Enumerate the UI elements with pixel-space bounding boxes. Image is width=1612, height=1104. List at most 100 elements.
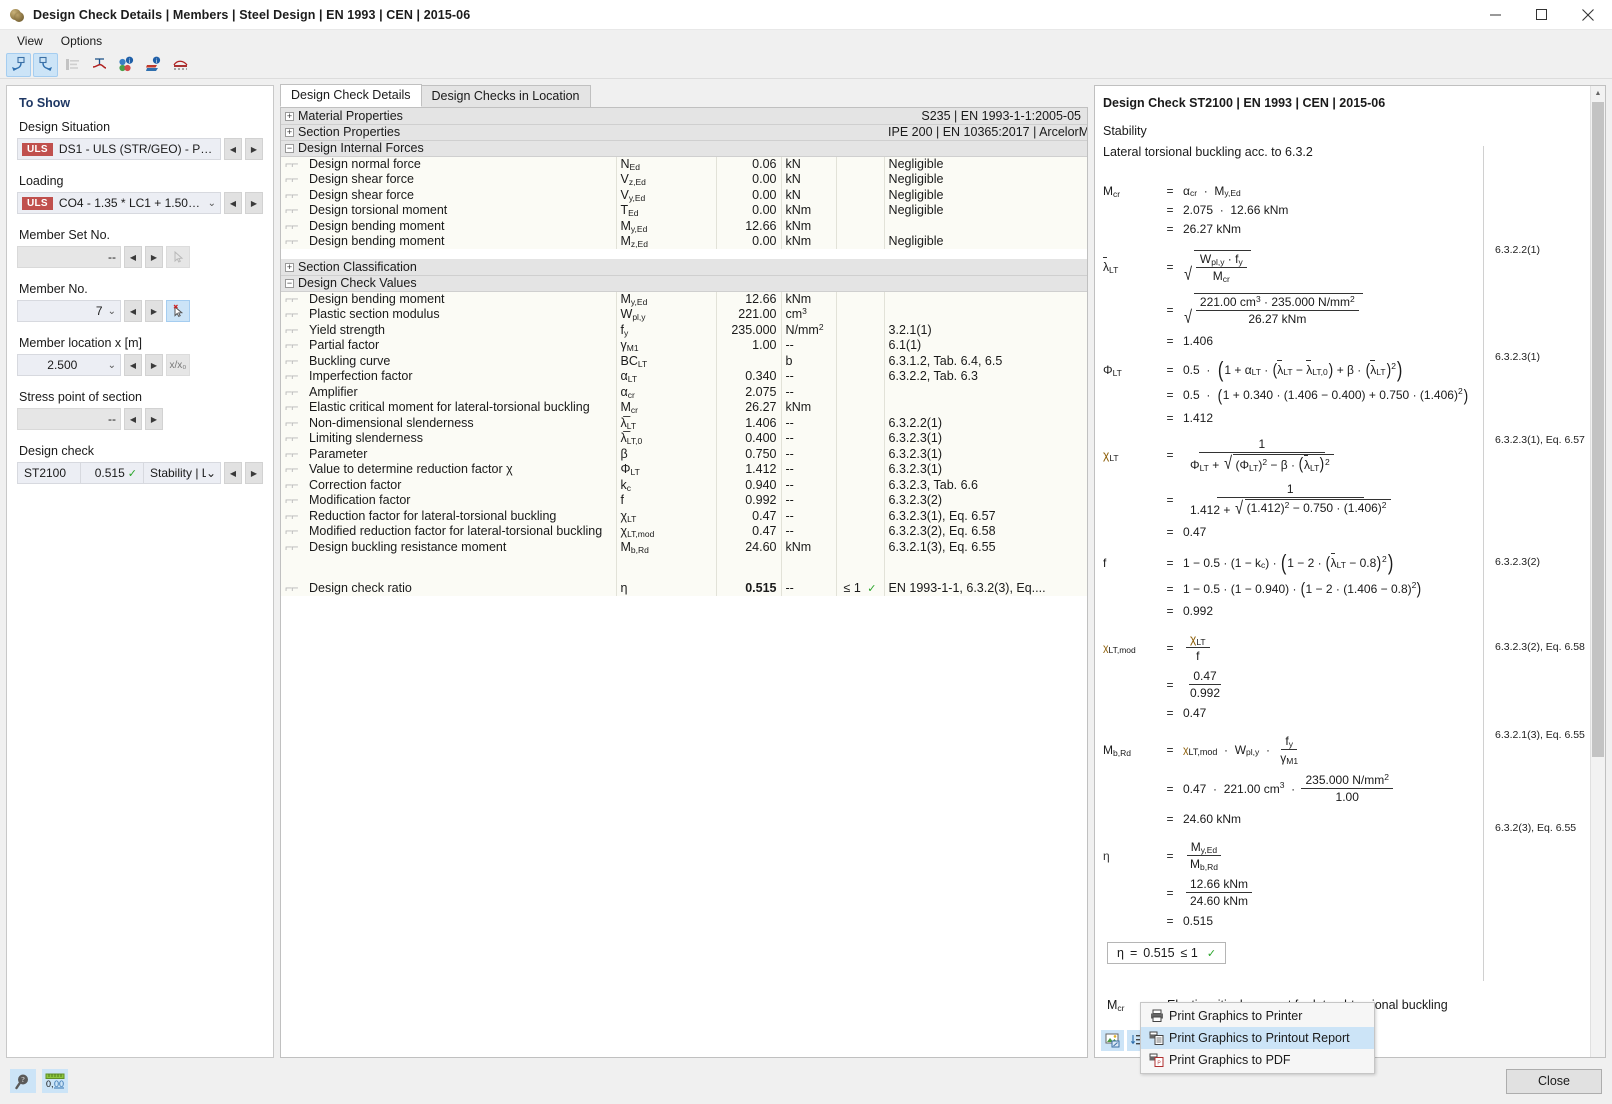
design-situation-next-button[interactable]: ▶ (245, 138, 263, 160)
row-note: 6.1(1) (883, 337, 1087, 353)
row-note: Negligible (883, 233, 1087, 249)
table-row[interactable]: ⌐⌐ Design bending moment My,Ed 12.66 kNm (281, 218, 1087, 234)
eta-box-equals: = (1129, 946, 1138, 961)
expander-icon[interactable]: + (285, 262, 294, 272)
row-label: ⌐⌐ Yield strength (281, 322, 616, 338)
list-icon[interactable] (60, 53, 85, 77)
group-section-classification[interactable]: + Section Classification (281, 259, 1087, 276)
chevron-down-icon-check[interactable]: ⌄ (206, 466, 220, 480)
menu-item-print-to-printout-report[interactable]: Print Graphics to Printout Report (1141, 1027, 1374, 1049)
member-set-pick-cursor-icon[interactable] (166, 246, 190, 268)
member-no-next-button[interactable]: ▶ (145, 300, 163, 322)
table-row[interactable]: ⌐⌐ Design shear force Vz,Ed 0.00 kN Negligibl… (281, 171, 1087, 187)
table-row[interactable]: ⌐⌐ Design buckling resistance moment Mb,Rd… (281, 539, 1087, 555)
close-button[interactable] (1564, 0, 1612, 30)
table-row[interactable]: ⌐⌐ Imperfection factor αLT 0.340 -- 6.3.2.2, … (281, 368, 1087, 384)
table-row[interactable]: ⌐⌐ Design normal force NEd 0.06 kN Negligible (281, 156, 1087, 172)
row-limit (835, 218, 885, 234)
uls-badge-loading: ULS (22, 196, 53, 210)
design-check-combo[interactable]: ST2100 0.515✓ Stability | Later... ⌄ (17, 462, 221, 484)
table-row[interactable]: ⌐⌐ Partial factor γM1 1.00 -- 6.1(1) (281, 337, 1087, 353)
expander-icon[interactable]: − (285, 279, 294, 289)
grid-spacer (281, 567, 1087, 581)
member-set-no-prev-button[interactable]: ◀ (124, 246, 142, 268)
insert-graphic-icon[interactable] (1101, 1030, 1124, 1051)
table-row[interactable]: ⌐⌐ Plastic section modulus Wpl,y 221.00 cm3 (281, 306, 1087, 322)
member-pick-cursor-icon[interactable] (166, 300, 190, 322)
table-row[interactable]: ⌐⌐ Design torsional moment TEd 0.00 kNm Negli… (281, 202, 1087, 218)
expander-icon[interactable]: − (285, 144, 294, 154)
design-check-next-button[interactable]: ▶ (245, 462, 263, 484)
expander-icon[interactable]: + (285, 128, 294, 138)
table-row[interactable]: ⌐⌐ Non-dimensional slenderness λ̅LT 1.406 --… (281, 415, 1087, 431)
row-unit: -- (780, 415, 836, 431)
member-set-no-next-button[interactable]: ▶ (145, 246, 163, 268)
table-row[interactable]: ⌐⌐ Correction factor kc 0.940 -- 6.3.2.3, Tab… (281, 477, 1087, 493)
info-colored-icon[interactable]: i (114, 53, 139, 77)
group-right-text (884, 259, 1087, 276)
member-no-combo[interactable]: 7 ⌄ (17, 300, 121, 322)
minimize-button[interactable] (1472, 0, 1518, 30)
design-situation-combo[interactable]: ULS DS1 - ULS (STR/GEO) - Permanent ... (17, 138, 221, 160)
member-location-combo[interactable]: 2.500 ⌄ (17, 354, 121, 376)
expander-icon[interactable]: + (285, 111, 294, 121)
table-row[interactable]: ⌐⌐ Reduction factor for lateral-torsional… (281, 508, 1087, 524)
stress-point-next-button[interactable]: ▶ (145, 408, 163, 430)
row-symbol: γM1 (615, 337, 716, 353)
table-row[interactable]: ⌐⌐ Amplifier αcr 2.075 -- (281, 384, 1087, 400)
maximize-button[interactable] (1518, 0, 1564, 30)
member-location-next-button[interactable]: ▶ (145, 354, 163, 376)
design-situation-prev-button[interactable]: ◀ (224, 138, 242, 160)
detail-subtitle-2: Lateral torsional buckling acc. to 6.3.2 (1103, 145, 1313, 159)
design-check-ratio-row[interactable]: ⌐⌐ Design check ratio η 0.515 -- ≤ 1 ✓ EN 1993… (281, 580, 1087, 596)
close-dialog-button[interactable]: Close (1506, 1068, 1602, 1094)
units-000-icon[interactable]: 0, 00 (42, 1069, 68, 1093)
tab-design-checks-in-location[interactable]: Design Checks in Location (420, 85, 591, 107)
group-design-check-values[interactable]: − Design Check Values (281, 275, 1087, 292)
formula-scrollbar[interactable]: ▲ (1590, 86, 1605, 1057)
loading-prev-button[interactable]: ◀ (224, 192, 242, 214)
group-section-properties[interactable]: + Section Properties IPE 200 | EN 10365:20… (281, 124, 1087, 141)
design-check-label: Design check (19, 444, 95, 458)
table-row[interactable]: ⌐⌐ Limiting slenderness λ̅LT,0 0.400 -- 6.3.2… (281, 430, 1087, 446)
member-no-prev-button[interactable]: ◀ (124, 300, 142, 322)
section-icon[interactable] (87, 53, 112, 77)
menu-options[interactable]: Options (52, 32, 111, 50)
next-design-check-icon[interactable] (33, 52, 58, 77)
tab-design-check-details[interactable]: Design Check Details (280, 84, 422, 107)
scrollbar-thumb[interactable] (1592, 102, 1604, 757)
table-row[interactable]: ⌐⌐ Buckling curve BCLT b 6.3.1.2, Tab. 6.4, … (281, 353, 1087, 369)
loading-next-button[interactable]: ▶ (245, 192, 263, 214)
menu-item-print-to-printer[interactable]: Print Graphics to Printer (1141, 1005, 1374, 1027)
table-row[interactable]: ⌐⌐ Yield strength fy 235.000 N/mm2 3.2.1(1) (281, 322, 1087, 338)
table-row[interactable]: ⌐⌐ Design bending moment My,Ed 12.66 kNm (281, 291, 1087, 307)
equation-lambda-lt: λLT = √ Wpl,y · fy Mcr = √ 221.00 cm3 · … (1103, 250, 1591, 348)
group-design-internal-forces[interactable]: − Design Internal Forces (281, 140, 1087, 157)
menu-view[interactable]: View (8, 32, 52, 50)
previous-design-check-icon[interactable] (6, 52, 31, 77)
loading-combo[interactable]: ULS CO4 - 1.35 * LC1 + 1.50 * LC2 + ... … (17, 192, 221, 214)
table-row[interactable]: ⌐⌐ Modification factor f 0.992 -- 6.3.2.3(2) (281, 492, 1087, 508)
help-magnifier-icon[interactable]: ? (10, 1069, 36, 1093)
stress-point-field[interactable]: -- (17, 408, 121, 430)
info-blue-icon[interactable]: i (141, 53, 166, 77)
member-diagram-icon[interactable] (168, 53, 193, 77)
chevron-down-icon[interactable]: ⌄ (203, 198, 216, 209)
member-location-prev-button[interactable]: ◀ (124, 354, 142, 376)
member-set-no-field[interactable]: -- (17, 246, 121, 268)
table-row[interactable]: ⌐⌐ Value to determine reduction factor χΦ… (281, 461, 1087, 477)
group-material-properties[interactable]: + Material Properties S235 | EN 1993-1-1:2… (281, 108, 1087, 125)
menu-item-print-to-pdf[interactable]: P Print Graphics to PDF (1141, 1049, 1374, 1071)
table-row[interactable]: ⌐⌐ Design bending moment Mz,Ed 0.00 kNm Negli… (281, 233, 1087, 249)
chevron-down-icon-location[interactable]: ⌄ (103, 360, 116, 371)
table-row[interactable]: ⌐⌐ Elastic critical moment for lateral-to… (281, 399, 1087, 415)
relative-location-toggle[interactable]: x/x₀ (166, 354, 190, 376)
table-row[interactable]: ⌐⌐ Design shear force Vy,Ed 0.00 kN Negligibl… (281, 187, 1087, 203)
row-symbol: Mcr (615, 399, 716, 415)
design-check-prev-button[interactable]: ◀ (224, 462, 242, 484)
scroll-up-arrow-icon[interactable]: ▲ (1591, 86, 1605, 101)
chevron-down-icon-member[interactable]: ⌄ (103, 306, 116, 317)
table-row[interactable]: ⌐⌐ Modified reduction factor for lateral-… (281, 523, 1087, 539)
stress-point-prev-button[interactable]: ◀ (124, 408, 142, 430)
table-row[interactable]: ⌐⌐ Parameter β 0.750 -- 6.3.2.3(1) (281, 446, 1087, 462)
